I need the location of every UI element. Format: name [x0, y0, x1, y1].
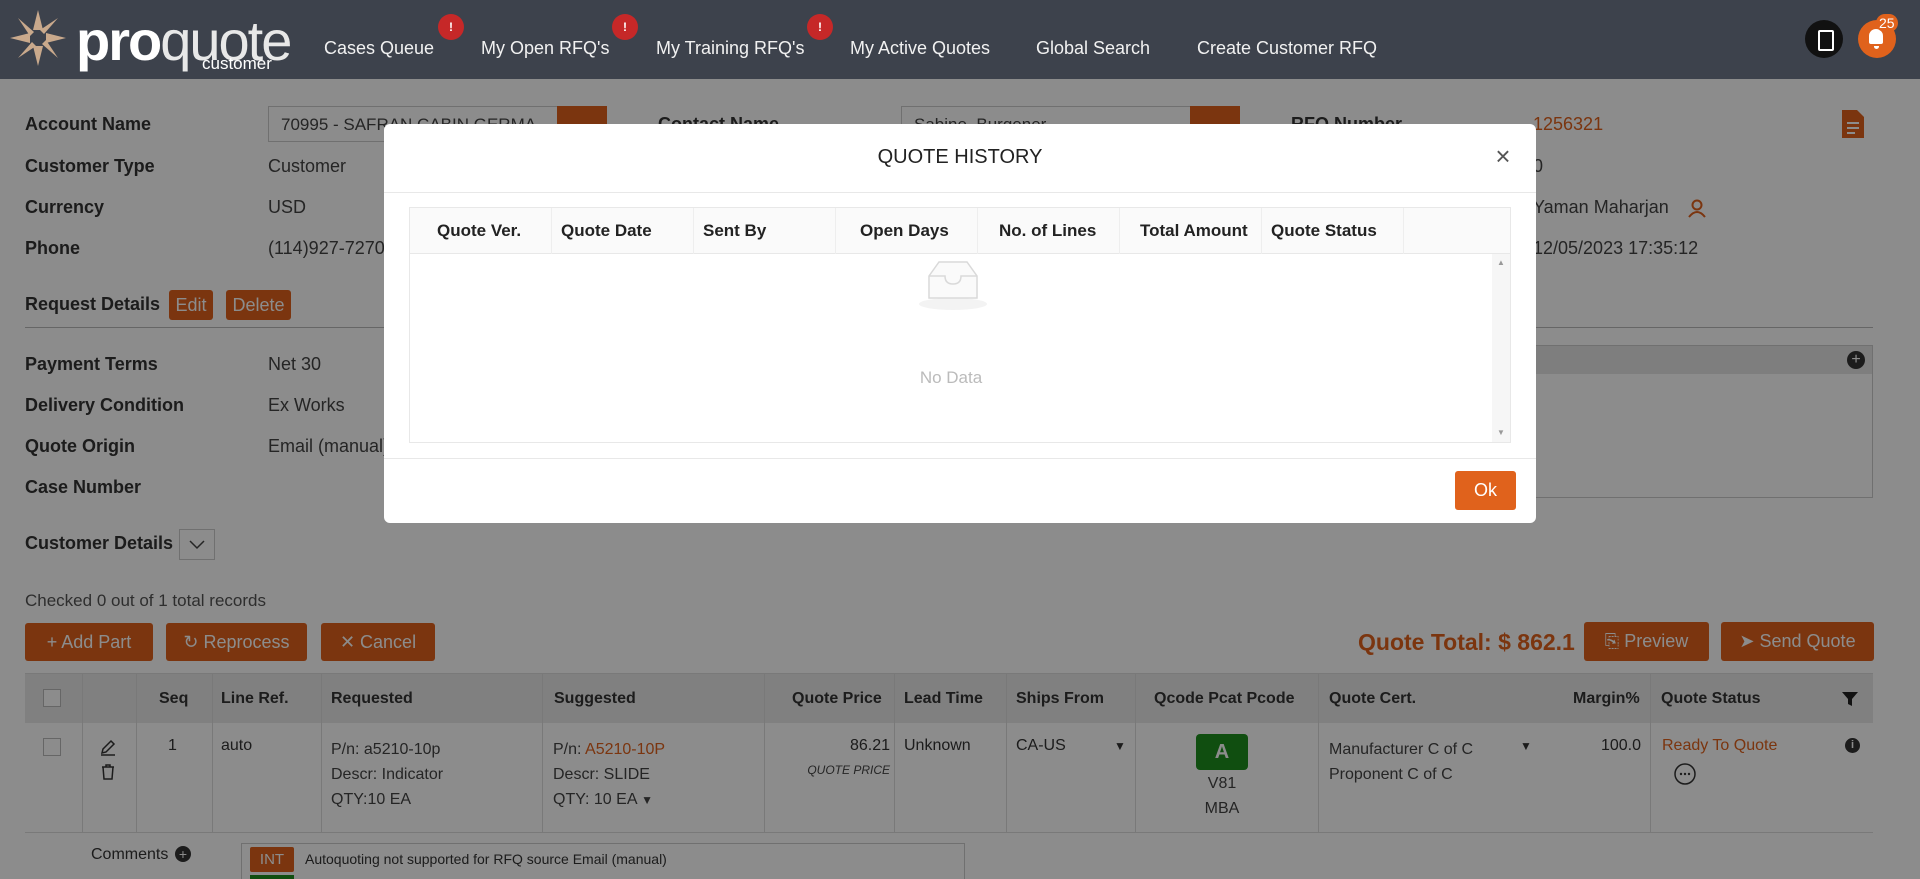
divider: [384, 192, 1536, 193]
alert-badge: !: [438, 14, 464, 40]
col-no-of-lines[interactable]: No. of Lines: [999, 221, 1096, 241]
divider: [384, 458, 1536, 459]
nav-create-customer-rfq[interactable]: Create Customer RFQ: [1197, 38, 1377, 59]
proquote-logo[interactable]: proquote customer: [6, 6, 292, 73]
col-divider: [835, 208, 836, 254]
col-total-amount[interactable]: Total Amount: [1140, 221, 1248, 241]
scroll-up-icon[interactable]: ▲: [1497, 258, 1505, 267]
nav-my-training-rfqs[interactable]: My Training RFQ's: [656, 38, 804, 59]
top-navbar: proquote customer Cases Queue ! My Open …: [0, 0, 1920, 79]
calculator-icon[interactable]: [1805, 20, 1843, 58]
notification-count: 25: [1876, 14, 1898, 32]
quote-history-table: Quote Ver. Quote Date Sent By Open Days …: [409, 207, 1511, 443]
col-open-days[interactable]: Open Days: [860, 221, 949, 241]
close-icon[interactable]: ×: [1491, 143, 1515, 169]
nav-my-active-quotes[interactable]: My Active Quotes: [850, 38, 990, 59]
col-divider: [1403, 208, 1404, 254]
col-divider: [693, 208, 694, 254]
col-sent-by[interactable]: Sent By: [703, 221, 766, 241]
nav-global-search[interactable]: Global Search: [1036, 38, 1150, 59]
alert-badge: !: [612, 14, 638, 40]
col-quote-status[interactable]: Quote Status: [1271, 221, 1377, 241]
modal-title: QUOTE HISTORY: [877, 146, 1043, 168]
ok-button[interactable]: Ok: [1455, 471, 1516, 510]
col-quote-ver[interactable]: Quote Ver.: [437, 221, 521, 241]
empty-inbox-icon: [919, 261, 987, 310]
col-divider: [551, 208, 552, 254]
nav-cases-queue[interactable]: Cases Queue: [324, 38, 434, 59]
nav-my-open-rfqs[interactable]: My Open RFQ's: [481, 38, 609, 59]
alert-badge: !: [807, 14, 833, 40]
col-divider: [1261, 208, 1262, 254]
col-divider: [1119, 208, 1120, 254]
logo-burst-icon: [10, 10, 66, 66]
logo-subtitle: customer: [202, 54, 272, 73]
quote-history-header: Quote Ver. Quote Date Sent By Open Days …: [410, 208, 1510, 254]
col-divider: [977, 208, 978, 254]
no-data-text: No Data: [919, 368, 983, 387]
table-scrollbar[interactable]: ▲ ▼: [1492, 254, 1510, 442]
col-quote-date[interactable]: Quote Date: [561, 221, 652, 241]
quote-history-modal: QUOTE HISTORY × Quote Ver. Quote Date Se…: [384, 124, 1536, 523]
scroll-down-icon[interactable]: ▼: [1497, 428, 1505, 437]
